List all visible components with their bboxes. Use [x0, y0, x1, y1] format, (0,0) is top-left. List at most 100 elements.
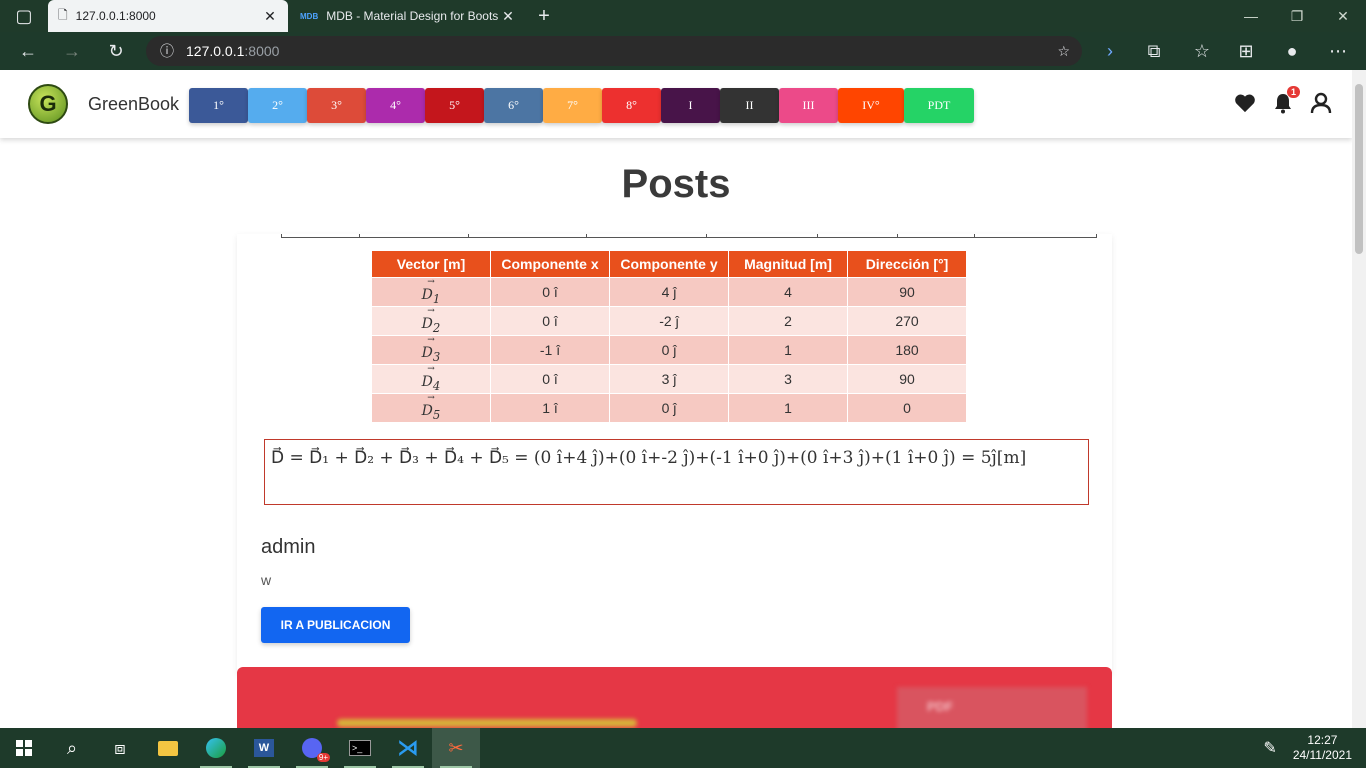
grade-button-pdt[interactable]: PDT	[904, 88, 974, 123]
forward-chevron-icon[interactable]: ›	[1094, 35, 1126, 67]
system-tray: ✎ 12:27 24/11/2021	[1263, 728, 1352, 768]
scrollbar-thumb[interactable]	[1355, 84, 1363, 254]
web-page: G GreenBook 1° 2° 3° 4° 5° 6° 7° 8° I II…	[0, 70, 1352, 728]
brand-name[interactable]: GreenBook	[88, 94, 179, 115]
collections-icon[interactable]: ⊞	[1230, 35, 1262, 67]
table-cell: 3 ĵ	[609, 364, 729, 394]
new-tab-button[interactable]: +	[528, 0, 560, 32]
vector-arrow-icon: →	[427, 334, 435, 345]
vector-sum-equation: D⃗ = D⃗₁ + D⃗₂ + D⃗₃ + D⃗₄ + D⃗₅ = (0 î+…	[264, 439, 1089, 505]
grade-button-4[interactable]: 4°	[366, 88, 425, 123]
column-header: Magnitud [m]	[728, 250, 848, 278]
grade-button-7[interactable]: 7°	[543, 88, 602, 123]
vector-symbol: → D5	[372, 393, 490, 422]
vector-subscript: 5	[432, 407, 441, 422]
pen-icon[interactable]: ✎	[1263, 738, 1276, 758]
extensions-icon[interactable]: ⧉	[1138, 35, 1170, 67]
vector-letter: D	[421, 315, 433, 332]
vscode-icon[interactable]: ⋊	[384, 728, 432, 768]
grade-button-6[interactable]: 6°	[484, 88, 543, 123]
restore-button[interactable]: ❐	[1274, 0, 1320, 32]
notification-badge: 1	[1286, 86, 1300, 98]
table-row: → D1 0 î4 ĵ 4 90	[371, 277, 967, 307]
grade-button-iii[interactable]: III	[779, 88, 838, 123]
browser-toolbar: ← → ↻ ⓘ 127.0.0.1:8000 ☆ › ⧉ ☆ ⊞ ● ⋯	[0, 32, 1366, 70]
tab-mdb[interactable]: MDB MDB - Material Design for Boots ✕	[290, 0, 526, 32]
table-cell: 0 ĵ	[609, 393, 729, 423]
grade-button-8[interactable]: 8°	[602, 88, 661, 123]
forward-icon[interactable]: →	[56, 35, 88, 67]
vector-table-body: → D1 0 î4 ĵ 4 90 → D2 0 î -2 ĵ 2 270 → D3 -1 î0 ĵ 1 180…	[371, 277, 967, 423]
grade-button-3[interactable]: 3°	[307, 88, 366, 123]
windows-taskbar: ⌕ ⧈ W 9+ >_ ⋊ ✂ ✎ 12:27 24/11/2021	[0, 728, 1366, 768]
close-window-button[interactable]: ✕	[1320, 0, 1366, 32]
table-cell: 3	[728, 364, 848, 394]
grade-button-ii[interactable]: II	[720, 88, 779, 123]
vector-subscript: 1	[432, 291, 441, 306]
table-cell: -1 î	[490, 335, 610, 365]
post-body: w	[261, 572, 272, 588]
notifications-bell-icon[interactable]: 1	[1270, 86, 1300, 116]
address-bar[interactable]: ⓘ 127.0.0.1:8000 ☆	[146, 36, 1082, 66]
close-tab-icon[interactable]: ✕	[262, 8, 278, 25]
tab-title: MDB - Material Design for Boots	[326, 9, 499, 23]
column-header: Vector [m]	[371, 250, 491, 278]
user-account-icon[interactable]	[1308, 90, 1334, 116]
greenbook-logo[interactable]: G	[28, 84, 68, 124]
post-author: admin	[261, 536, 316, 558]
page-icon: 🗋	[58, 7, 68, 22]
table-cell: 4	[728, 277, 848, 307]
task-view-icon[interactable]: ⧈	[96, 728, 144, 768]
tab-localhost[interactable]: 🗋 127.0.0.1:8000 ✕	[48, 0, 288, 32]
more-menu-icon[interactable]: ⋯	[1322, 35, 1354, 67]
grade-button-5[interactable]: 5°	[425, 88, 484, 123]
table-row: → D3 -1 î0 ĵ 1 180	[371, 334, 967, 365]
search-icon[interactable]: ⌕	[48, 728, 96, 768]
snipping-tool-icon[interactable]: ✂	[432, 728, 480, 768]
vector-letter: D	[421, 373, 433, 390]
favorites-icon[interactable]: ☆	[1186, 35, 1218, 67]
page-scrollbar[interactable]	[1352, 70, 1366, 728]
windows-start-icon[interactable]	[0, 728, 48, 768]
back-icon[interactable]: ←	[12, 35, 44, 67]
navbar-actions: 1	[1232, 86, 1334, 116]
profile-icon[interactable]: ●	[1276, 35, 1308, 67]
page-title: Posts	[621, 162, 731, 206]
vector-subscript: 2	[432, 320, 441, 335]
vector-name-cell: → D3	[371, 334, 491, 365]
minimize-button[interactable]: —	[1228, 0, 1274, 32]
open-post-button[interactable]: IR A PUBLICACION	[261, 607, 410, 643]
grade-button-i[interactable]: I	[661, 88, 720, 123]
word-icon[interactable]: W	[240, 728, 288, 768]
vector-name-cell: → D1	[371, 277, 491, 307]
table-cell: 0	[847, 393, 967, 423]
vector-symbol: → D1	[372, 277, 490, 306]
table-cell: 1	[728, 335, 848, 365]
grade-button-1[interactable]: 1°	[189, 88, 248, 123]
vector-name-cell: → D2	[371, 306, 491, 336]
table-row: → D5 1 î0 ĵ10	[371, 393, 967, 423]
vector-letter: D	[421, 344, 433, 361]
terminal-icon[interactable]: >_	[336, 728, 384, 768]
vector-arrow-icon: →	[427, 363, 435, 374]
grade-button-iv[interactable]: IV°	[838, 88, 904, 123]
close-tab-icon[interactable]: ✕	[500, 8, 516, 25]
discord-badge: 9+	[316, 753, 330, 762]
table-row: → D4 0 î3 ĵ 3 90	[371, 363, 967, 394]
heart-icon[interactable]	[1232, 90, 1258, 116]
file-explorer-icon[interactable]	[144, 728, 192, 768]
grade-button-2[interactable]: 2°	[248, 88, 307, 123]
tab-actions-icon[interactable]: ▢	[8, 0, 40, 32]
discord-icon[interactable]: 9+	[288, 728, 336, 768]
column-header: Componente y	[609, 250, 729, 278]
table-cell: 0 ĵ	[609, 335, 729, 365]
reload-icon[interactable]: ↻	[100, 35, 132, 67]
site-info-icon[interactable]: ⓘ	[160, 41, 174, 61]
next-post-image-label: PDF	[927, 699, 953, 714]
favorite-star-icon[interactable]: ☆	[1057, 43, 1070, 60]
table-cell: 4 ĵ	[609, 277, 729, 307]
edge-icon[interactable]	[192, 728, 240, 768]
vector-table: Vector [m] Componente x Componente y Mag…	[371, 250, 967, 423]
column-header: Componente x	[490, 250, 610, 278]
clock[interactable]: 12:27 24/11/2021	[1293, 733, 1352, 763]
